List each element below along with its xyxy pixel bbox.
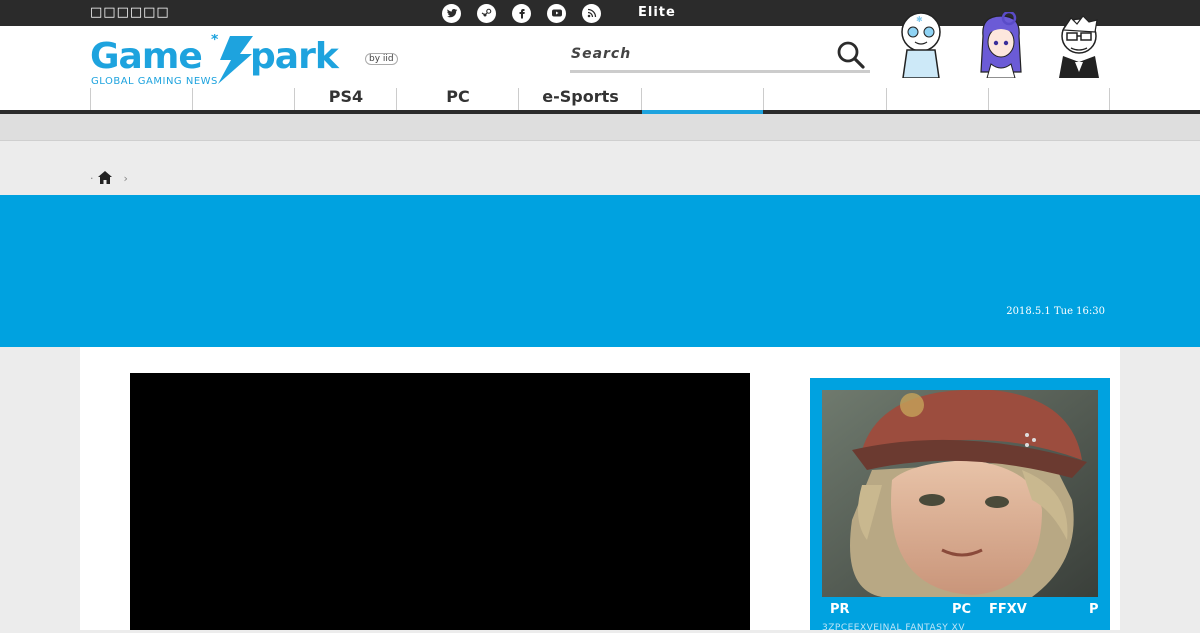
nav-item-esports[interactable]: e-Sports	[518, 88, 642, 110]
main-nav: PS4 PC e-Sports	[90, 88, 1110, 110]
nav-item-ps4[interactable]: PS4	[294, 88, 397, 110]
search-input[interactable]	[570, 40, 831, 68]
logo-badge: by iid	[365, 53, 398, 65]
glasses-man-mascot-icon[interactable]	[1053, 12, 1105, 78]
svg-text:Game: Game	[90, 36, 202, 77]
search-box	[570, 40, 870, 73]
breadcrumb-separator: ›	[123, 171, 128, 185]
home-icon[interactable]	[97, 169, 112, 188]
social-links	[442, 3, 617, 23]
article-banner: 2018.5.1 Tue 16:30	[0, 195, 1200, 347]
promo-label-pr: PR	[830, 602, 850, 617]
nav-item-9[interactable]	[988, 88, 1110, 110]
nav-item-active[interactable]	[641, 88, 764, 110]
promo-image[interactable]	[822, 390, 1098, 597]
logo-tagline: GLOBAL GAMING NEWS	[91, 76, 218, 87]
nav-divider	[1109, 88, 1110, 110]
steam-icon[interactable]	[477, 3, 496, 23]
svg-text:park: park	[250, 36, 340, 77]
snow-mascot-icon[interactable]: ✱	[895, 12, 947, 78]
site-logo[interactable]: Game * park GLOBAL GAMING NEWS by iid	[90, 32, 400, 94]
facebook-icon[interactable]	[512, 3, 531, 23]
nav-item-1[interactable]	[90, 88, 193, 110]
rss-icon[interactable]	[582, 3, 601, 23]
breadcrumb-lead-separator: ·	[90, 171, 94, 185]
promo-subtitle: 3ZPCEEXVEINAL FANTASY XV	[822, 623, 965, 633]
site-tagline: □□□□□□	[90, 5, 170, 20]
article-content: PR PC FFXV P 3ZPCEEXVEINAL FANTASY XV	[80, 347, 1120, 633]
nav-item-7[interactable]	[763, 88, 887, 110]
promo-label-game: FFXV	[989, 602, 1027, 617]
article-date: 2018.5.1 Tue 16:30	[1006, 306, 1105, 317]
anime-girl-mascot-icon[interactable]	[975, 12, 1027, 78]
character-portrait-image	[822, 390, 1098, 597]
mascot-group: ✱	[895, 12, 1110, 82]
promo-label-p: P	[1089, 602, 1099, 617]
nav-item-pc[interactable]: PC	[396, 88, 519, 110]
svg-text:*: *	[211, 34, 219, 48]
youtube-icon[interactable]	[547, 3, 566, 23]
svg-text:✱: ✱	[916, 15, 923, 24]
video-player[interactable]	[130, 373, 750, 630]
elite-label: Elite	[638, 5, 676, 20]
sub-nav-bar	[0, 114, 1200, 141]
nav-item-2[interactable]	[192, 88, 295, 110]
nav-item-8[interactable]	[886, 88, 989, 110]
search-icon[interactable]	[836, 40, 866, 70]
promo-card[interactable]: PR PC FFXV P 3ZPCEEXVEINAL FANTASY XV	[810, 378, 1110, 633]
promo-label-pc: PC	[952, 602, 972, 617]
breadcrumb: · ›	[90, 170, 128, 186]
elite-link[interactable]: Elite	[638, 5, 676, 20]
promo-labels: PR PC FFXV P	[810, 602, 1110, 620]
twitter-icon[interactable]	[442, 3, 461, 23]
